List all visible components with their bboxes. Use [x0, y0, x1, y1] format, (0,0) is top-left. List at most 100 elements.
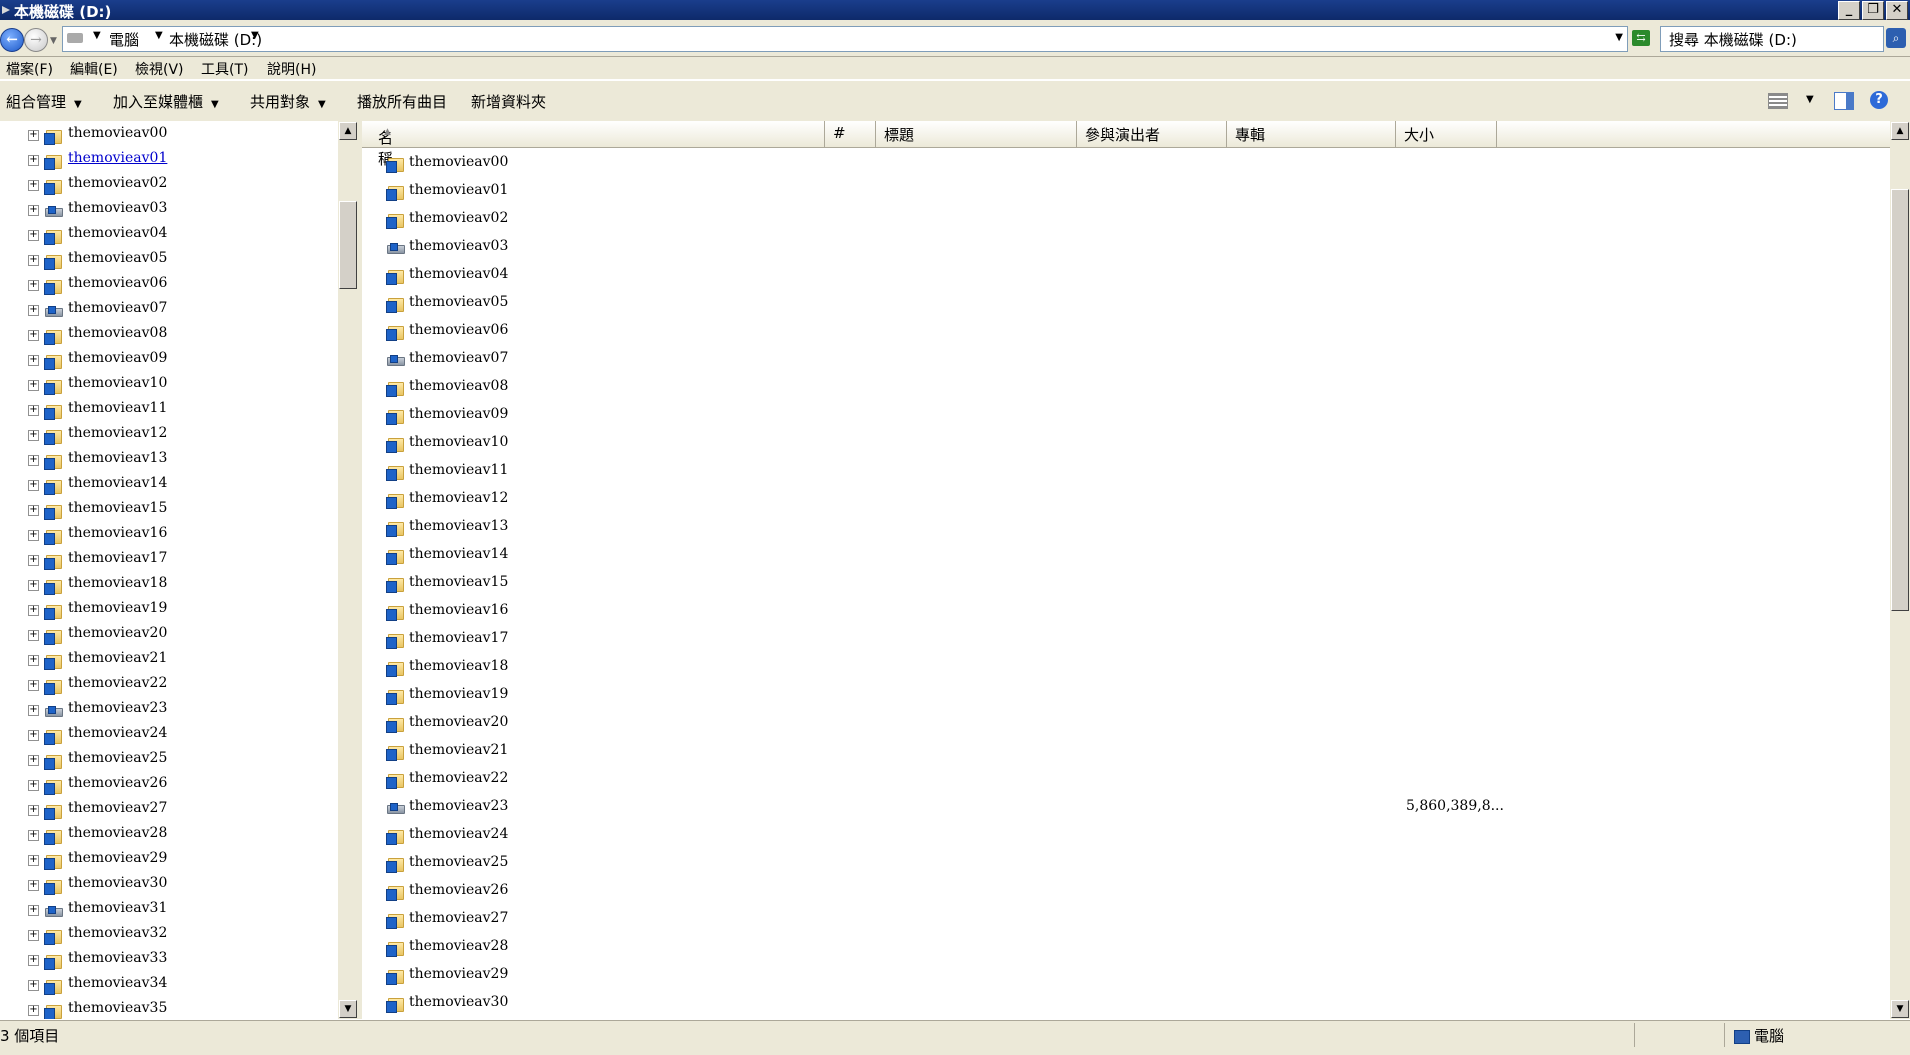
- tree-item[interactable]: + themovieav17: [0, 548, 330, 572]
- tree-item[interactable]: + themovieav11: [0, 398, 330, 422]
- expand-icon[interactable]: +: [28, 455, 39, 466]
- tree-item[interactable]: + themovieav34: [0, 973, 330, 997]
- refresh-icon[interactable]: ⇆: [1632, 30, 1650, 46]
- tree-item[interactable]: + themovieav27: [0, 798, 330, 822]
- tree-item[interactable]: + themovieav31: [0, 898, 330, 922]
- list-item[interactable]: themovieav23 5,860,389,8...: [362, 795, 1890, 819]
- list-item[interactable]: themovieav18: [362, 655, 1890, 679]
- expand-icon[interactable]: +: [28, 930, 39, 941]
- expand-icon[interactable]: +: [28, 180, 39, 191]
- column-size[interactable]: 大小: [1396, 121, 1497, 147]
- tree-scrollbar[interactable]: ▲ ▼: [338, 121, 358, 1019]
- add-to-library-button[interactable]: 加入至媒體櫃 ▼: [113, 91, 219, 112]
- address-history-dropdown-icon[interactable]: ▼: [1615, 32, 1623, 43]
- scroll-up-arrow[interactable]: ▲: [339, 122, 357, 140]
- chevron-down-icon[interactable]: ▼: [251, 30, 259, 41]
- breadcrumb[interactable]: ▼ 電腦 ▼ 本機磁碟 (D:) ▼ ▼: [62, 26, 1628, 52]
- tree-item[interactable]: + themovieav15: [0, 498, 330, 522]
- scroll-down-arrow[interactable]: ▼: [1891, 1000, 1909, 1018]
- list-item[interactable]: themovieav30: [362, 991, 1890, 1015]
- list-item[interactable]: themovieav24: [362, 823, 1890, 847]
- column-title[interactable]: 標題: [876, 121, 1077, 147]
- expand-icon[interactable]: +: [28, 555, 39, 566]
- list-item[interactable]: themovieav10: [362, 431, 1890, 455]
- view-details-icon[interactable]: [1768, 93, 1788, 109]
- expand-icon[interactable]: +: [28, 405, 39, 416]
- tree-item[interactable]: + themovieav26: [0, 773, 330, 797]
- close-button[interactable]: ✕: [1886, 1, 1908, 20]
- tree-item[interactable]: + themovieav33: [0, 948, 330, 972]
- list-item[interactable]: themovieav03: [362, 235, 1890, 259]
- scroll-down-arrow[interactable]: ▼: [339, 1000, 357, 1018]
- tree-item[interactable]: + themovieav19: [0, 598, 330, 622]
- expand-icon[interactable]: +: [28, 580, 39, 591]
- expand-icon[interactable]: +: [28, 655, 39, 666]
- tree-item[interactable]: + themovieav22: [0, 673, 330, 697]
- column-number[interactable]: #: [825, 121, 876, 147]
- expand-icon[interactable]: +: [28, 530, 39, 541]
- list-item[interactable]: themovieav02: [362, 207, 1890, 231]
- tree-item[interactable]: + themovieav10: [0, 373, 330, 397]
- menu-tools[interactable]: 工具(T): [201, 59, 248, 79]
- expand-icon[interactable]: +: [28, 780, 39, 791]
- tree-item[interactable]: + themovieav06: [0, 273, 330, 297]
- list-item[interactable]: themovieav04: [362, 263, 1890, 287]
- list-item[interactable]: themovieav11: [362, 459, 1890, 483]
- menu-file[interactable]: 檔案(F): [6, 59, 53, 79]
- scroll-up-arrow[interactable]: ▲: [1891, 122, 1909, 140]
- tree-item[interactable]: + themovieav25: [0, 748, 330, 772]
- tree-item[interactable]: + themovieav04: [0, 223, 330, 247]
- tree-item[interactable]: + themovieav28: [0, 823, 330, 847]
- tree-item[interactable]: + themovieav35: [0, 998, 330, 1019]
- list-item[interactable]: themovieav20: [362, 711, 1890, 735]
- tree-item[interactable]: + themovieav03: [0, 198, 330, 222]
- recent-pages-dropdown-icon[interactable]: ▼: [50, 36, 57, 46]
- chevron-down-icon[interactable]: ▼: [93, 30, 101, 41]
- expand-icon[interactable]: +: [28, 905, 39, 916]
- expand-icon[interactable]: +: [28, 380, 39, 391]
- share-with-button[interactable]: 共用對象 ▼: [250, 91, 326, 112]
- expand-icon[interactable]: +: [28, 605, 39, 616]
- expand-icon[interactable]: +: [28, 355, 39, 366]
- tree-item[interactable]: + themovieav13: [0, 448, 330, 472]
- list-item[interactable]: themovieav26: [362, 879, 1890, 903]
- expand-icon[interactable]: +: [28, 280, 39, 291]
- tree-item[interactable]: + themovieav21: [0, 648, 330, 672]
- list-item[interactable]: themovieav14: [362, 543, 1890, 567]
- tree-item[interactable]: + themovieav29: [0, 848, 330, 872]
- list-item[interactable]: themovieav29: [362, 963, 1890, 987]
- forward-button[interactable]: →: [24, 28, 48, 52]
- play-all-button[interactable]: 播放所有曲目: [357, 91, 447, 112]
- new-folder-button[interactable]: 新增資料夾: [471, 91, 546, 112]
- expand-icon[interactable]: +: [28, 805, 39, 816]
- tree-item[interactable]: + themovieav16: [0, 523, 330, 547]
- expand-icon[interactable]: +: [28, 130, 39, 141]
- tree-item[interactable]: + themovieav09: [0, 348, 330, 372]
- tree-item[interactable]: + themovieav05: [0, 248, 330, 272]
- list-scrollbar[interactable]: ▲ ▼: [1890, 121, 1910, 1019]
- expand-icon[interactable]: +: [28, 730, 39, 741]
- expand-icon[interactable]: +: [28, 205, 39, 216]
- list-item[interactable]: themovieav27: [362, 907, 1890, 931]
- expand-icon[interactable]: +: [28, 705, 39, 716]
- list-item[interactable]: themovieav22: [362, 767, 1890, 791]
- tree-item[interactable]: + themovieav32: [0, 923, 330, 947]
- expand-icon[interactable]: +: [28, 430, 39, 441]
- minimize-button[interactable]: _: [1838, 1, 1860, 20]
- expand-icon[interactable]: +: [28, 830, 39, 841]
- list-item[interactable]: themovieav09: [362, 403, 1890, 427]
- menu-edit[interactable]: 編輯(E): [70, 59, 118, 79]
- search-icon[interactable]: ⌕: [1886, 28, 1906, 48]
- list-item[interactable]: themovieav06: [362, 319, 1890, 343]
- column-name[interactable]: 名稱 ▲: [362, 121, 825, 168]
- tree-item[interactable]: + themovieav23: [0, 698, 330, 722]
- tree-item[interactable]: + themovieav08: [0, 323, 330, 347]
- tree-item[interactable]: + themovieav07: [0, 298, 330, 322]
- organize-button[interactable]: 組合管理 ▼: [6, 91, 82, 112]
- back-button[interactable]: ←: [0, 28, 24, 52]
- expand-icon[interactable]: +: [28, 480, 39, 491]
- breadcrumb-drive[interactable]: 本機磁碟 (D:): [169, 29, 262, 50]
- help-icon[interactable]: ?: [1870, 91, 1888, 109]
- expand-icon[interactable]: +: [28, 1005, 39, 1016]
- list-item[interactable]: themovieav13: [362, 515, 1890, 539]
